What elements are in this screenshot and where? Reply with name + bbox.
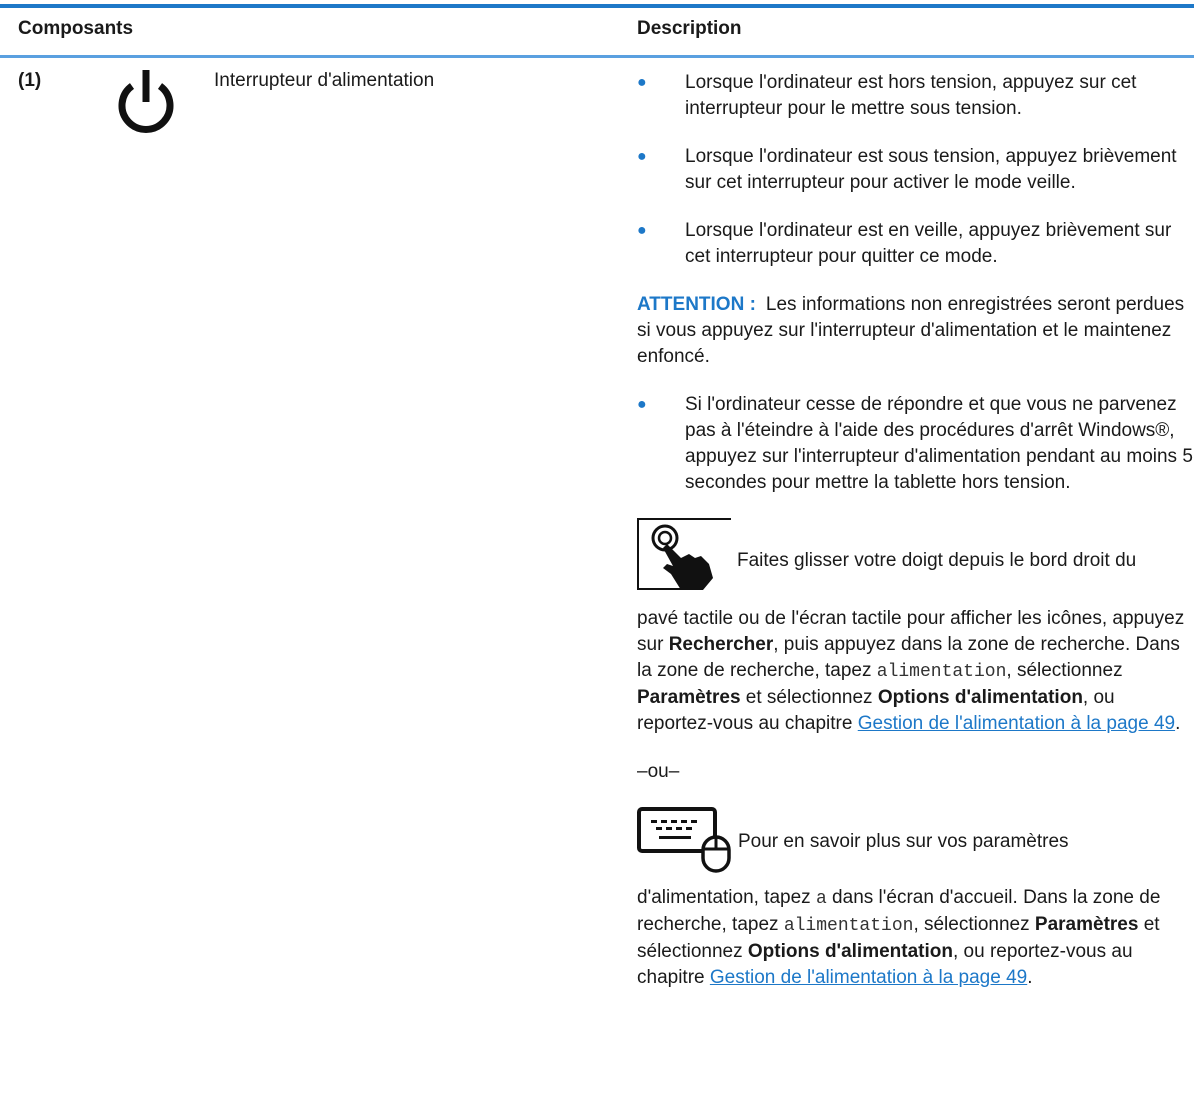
touch-gesture-icon xyxy=(637,518,731,590)
code-a: a xyxy=(815,889,827,909)
code-alimentation: alimentation xyxy=(876,662,1007,682)
bold-options: Options d'alimentation xyxy=(747,941,953,962)
keyboard-instruction-line: Pour en savoir plus sur vos paramètres xyxy=(637,807,1193,873)
keyboard-instruction-text: d'alimentation, tapez a dans l'écran d'a… xyxy=(637,885,1193,991)
touch-instruction-first-line: Faites glisser votre doigt depuis le bor… xyxy=(737,550,1137,571)
bullet-dot-icon: ● xyxy=(637,74,647,91)
bullet-item: ● Lorsque l'ordinateur est hors tension,… xyxy=(637,70,1193,122)
bullet-dot-icon: ● xyxy=(637,148,647,165)
table-top-rule xyxy=(0,4,1194,8)
code-alimentation: alimentation xyxy=(783,916,914,936)
document-page: Composants Description (1) Interrupteur … xyxy=(0,0,1194,1097)
text-span: et sélectionnez xyxy=(740,687,878,708)
bold-parametres: Paramètres xyxy=(1034,914,1139,935)
touch-instruction-line: Faites glisser votre doigt depuis le bor… xyxy=(637,518,1193,592)
column-header-components: Composants xyxy=(18,18,134,39)
text-span: d'alimentation, tapez xyxy=(637,887,816,908)
power-management-link[interactable]: Gestion de l'alimentation à la page 49 xyxy=(710,967,1027,988)
bold-rechercher: Rechercher xyxy=(668,634,774,655)
keyboard-mouse-icon xyxy=(637,807,731,873)
bold-options: Options d'alimentation xyxy=(877,687,1083,708)
header-rule xyxy=(0,55,1194,58)
bullet-text: Lorsque l'ordinateur est sous tension, a… xyxy=(685,146,1177,193)
bullet-text: Lorsque l'ordinateur est hors tension, a… xyxy=(685,72,1137,119)
power-management-link[interactable]: Gestion de l'alimentation à la page 49 xyxy=(858,713,1175,734)
bullet-text: Lorsque l'ordinateur est en veille, appu… xyxy=(685,220,1172,267)
description-column: ● Lorsque l'ordinateur est hors tension,… xyxy=(637,70,1193,1013)
text-span: . xyxy=(1175,713,1181,734)
bullet-dot-icon: ● xyxy=(637,222,647,239)
bullet-item: ● Si l'ordinateur cesse de répondre et q… xyxy=(637,392,1193,496)
column-header-description: Description xyxy=(637,18,742,39)
or-separator: –ou– xyxy=(637,761,680,782)
caution-label: ATTENTION : xyxy=(637,294,756,315)
component-number: (1) xyxy=(18,70,42,91)
text-span: , sélectionnez xyxy=(913,914,1035,935)
component-name: Interrupteur d'alimentation xyxy=(214,70,435,91)
caution-note: ATTENTION : Les informations non enregist… xyxy=(637,292,1193,370)
bullet-dot-icon: ● xyxy=(637,396,647,413)
bold-parametres: Paramètres xyxy=(637,687,741,708)
text-span: . xyxy=(1027,967,1033,988)
bullet-text: Si l'ordinateur cesse de répondre et que… xyxy=(685,394,1193,493)
text-span: , sélectionnez xyxy=(1006,660,1123,681)
bullet-item: ● Lorsque l'ordinateur est sous tension,… xyxy=(637,144,1193,196)
touch-instruction-text: pavé tactile ou de l'écran tactile pour … xyxy=(637,606,1193,737)
keyboard-instruction-first-line: Pour en savoir plus sur vos paramètres xyxy=(738,831,1069,852)
power-icon xyxy=(118,70,174,133)
bullet-item: ● Lorsque l'ordinateur est en veille, ap… xyxy=(637,218,1193,270)
